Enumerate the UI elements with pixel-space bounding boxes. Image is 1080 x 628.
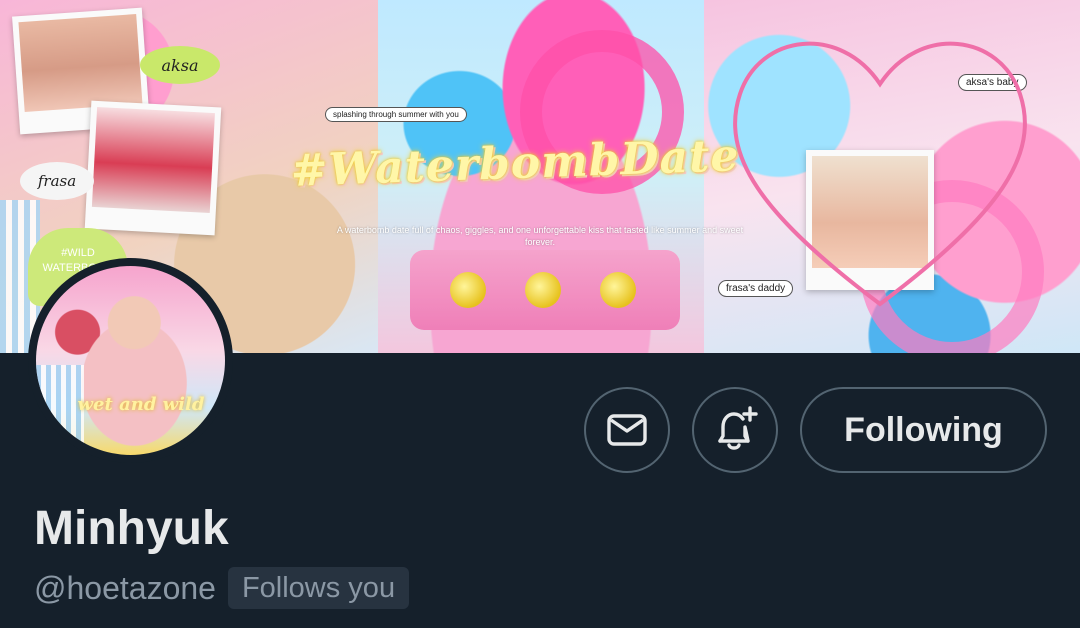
avatar-caption: wet and wild <box>77 394 205 415</box>
banner-label-splash: splashing through summer with you <box>325 107 467 122</box>
profile-avatar[interactable]: wet and wild <box>28 258 233 463</box>
avatar-image: wet and wild <box>36 266 225 455</box>
notifications-button[interactable] <box>692 387 778 473</box>
following-button[interactable]: Following <box>800 387 1047 473</box>
follows-you-badge: Follows you <box>227 567 410 609</box>
bell-plus-icon <box>718 406 758 450</box>
handle-row: @hoetazone Follows you <box>34 566 410 610</box>
profile-page: aksa frasa #WILD WATERBOMB splashing thr… <box>0 0 1080 628</box>
envelope-icon <box>607 414 647 446</box>
banner-polaroid-photo <box>84 100 222 236</box>
message-button[interactable] <box>584 387 670 473</box>
user-handle: @hoetazone <box>34 570 216 606</box>
display-name: Minhyuk <box>34 502 229 555</box>
banner-bouncy-castle <box>410 250 680 330</box>
banner-subtitle: A waterbomb date full of chaos, giggles,… <box>336 225 744 247</box>
banner-sticker-frasa: frasa <box>20 162 94 200</box>
banner-sticker-aksa: aksa <box>140 46 220 84</box>
